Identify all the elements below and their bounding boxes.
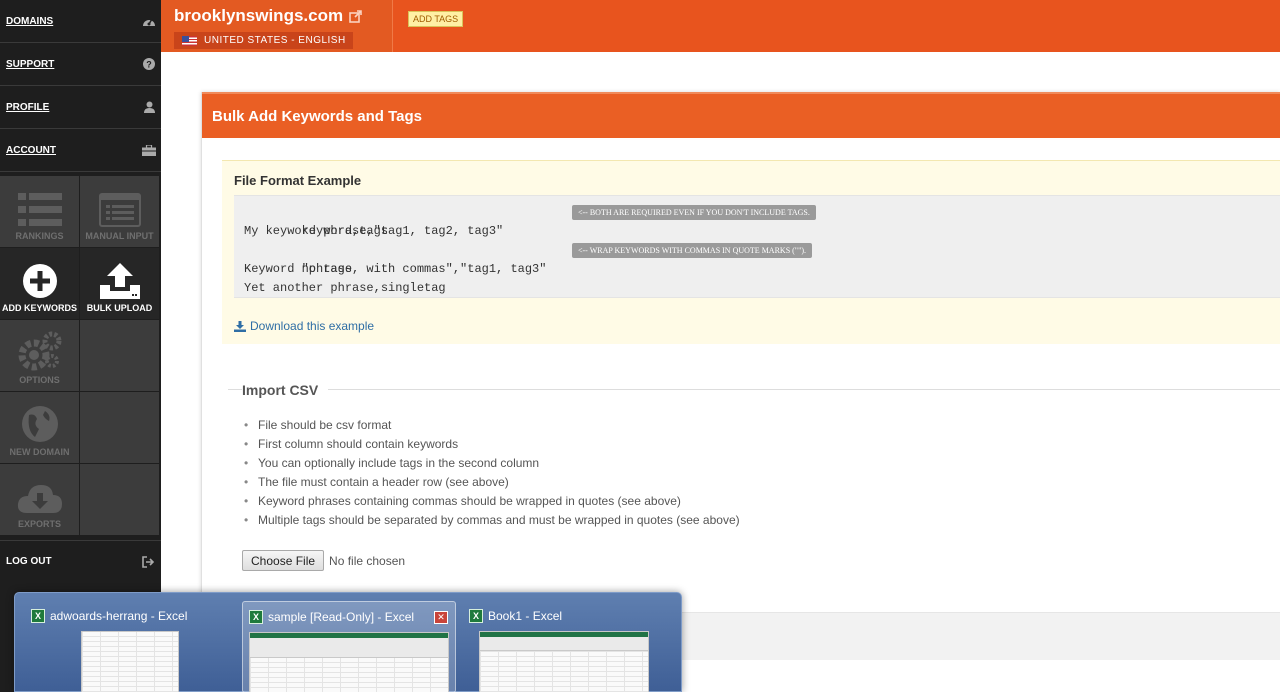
list-item: First column should contain keywords — [242, 435, 740, 454]
close-icon[interactable]: ✕ — [434, 611, 448, 624]
locale-badge[interactable]: UNITED STATES - ENGLISH — [174, 32, 353, 49]
nav-support-label: SUPPORT — [6, 58, 55, 70]
plus-circle-icon — [22, 264, 57, 298]
nav-profile-label: PROFILE — [6, 101, 50, 113]
us-flag-icon — [182, 35, 197, 46]
choose-file-button[interactable]: Choose File — [242, 550, 325, 571]
tile-empty-3 — [80, 464, 160, 536]
sidebar: DOMAINS SUPPORT ? PROFILE ACCOUNT RANKIN… — [0, 0, 161, 692]
logout-label: LOG OUT — [6, 556, 52, 567]
window-title: adwoards-herrang - Excel — [50, 609, 188, 623]
download-example-link[interactable]: Download this example — [234, 319, 374, 333]
code-line: "phrase, with commas","tag1, tag3" <-- W… — [244, 241, 1280, 276]
tile-exports-label: EXPORTS — [17, 519, 61, 529]
note-quotes: <-- WRAP KEYWORDS WITH COMMAS IN QUOTE M… — [572, 243, 813, 258]
list-item: File should be csv format — [242, 416, 740, 435]
gears-icon — [18, 331, 61, 371]
code-line: keyword,tags <-- BOTH ARE REQUIRED EVEN … — [244, 203, 1280, 238]
tile-grid: RANKINGS MANUAL INPUT ADD KEYWORDS BULK … — [0, 176, 161, 536]
dashboard-icon — [142, 14, 156, 28]
list-icon — [17, 193, 62, 226]
file-format-example: File Format Example keyword,tags <-- BOT… — [222, 160, 1280, 344]
user-icon — [142, 100, 156, 114]
tile-manual-input[interactable]: MANUAL INPUT — [80, 176, 160, 248]
tile-empty-2 — [80, 392, 160, 464]
note-required: <-- BOTH ARE REQUIRED EVEN IF YOU DON'T … — [572, 205, 816, 220]
tile-exports[interactable]: EXPORTS — [0, 464, 80, 536]
import-rules: File should be csv format First column s… — [242, 416, 740, 530]
import-title: Import CSV — [242, 382, 319, 398]
nav-account-label: ACCOUNT — [6, 144, 56, 156]
nav-account[interactable]: ACCOUNT — [0, 129, 161, 172]
form-icon — [98, 193, 141, 227]
taskbar-preview: X adwoards-herrang - Excel X sample [Rea… — [14, 592, 682, 692]
nav-domains[interactable]: DOMAINS — [0, 0, 161, 43]
tile-add-keywords-label: ADD KEYWORDS — [1, 303, 77, 313]
site-title[interactable]: brooklynswings.com — [174, 6, 362, 26]
code-line: Keyword no tags — [244, 262, 353, 276]
cloud-download-icon — [17, 485, 62, 513]
code-line: Yet another phrase,singletag — [244, 281, 446, 295]
nav-support[interactable]: SUPPORT ? — [0, 43, 161, 86]
window-preview — [81, 631, 179, 692]
download-label: Download this example — [250, 319, 375, 333]
download-icon — [234, 320, 246, 332]
window-preview — [249, 632, 449, 692]
locale-label: UNITED STATES - ENGLISH — [204, 35, 346, 46]
file-input: Choose File No file chosen — [242, 550, 405, 571]
tile-manual-input-label: MANUAL INPUT — [85, 231, 154, 241]
list-item: Multiple tags should be separated by com… — [242, 511, 740, 530]
domain-header: brooklynswings.com UNITED STATES - ENGLI… — [161, 0, 393, 52]
excel-icon: X — [31, 609, 45, 623]
panel-title: Bulk Add Keywords and Tags — [202, 92, 1280, 138]
tile-empty — [80, 320, 160, 392]
sign-out-icon — [142, 555, 155, 568]
divider — [228, 389, 242, 390]
tile-bulk-upload[interactable]: BULK UPLOAD — [80, 248, 160, 320]
nav-domains-label: DOMAINS — [6, 15, 54, 27]
window-title: Book1 - Excel — [488, 609, 563, 623]
tile-bulk-upload-label: BULK UPLOAD — [86, 303, 153, 313]
list-item: Keyword phrases containing commas should… — [242, 492, 740, 511]
tile-options[interactable]: OPTIONS — [0, 320, 80, 392]
divider — [328, 389, 1280, 390]
window-title: sample [Read-Only] - Excel — [268, 610, 415, 624]
logout-button[interactable]: LOG OUT — [0, 540, 161, 582]
file-status: No file chosen — [329, 553, 406, 568]
excel-icon: X — [249, 610, 263, 624]
external-link-icon[interactable] — [349, 9, 362, 23]
tile-options-label: OPTIONS — [19, 375, 60, 385]
code-line: My keyword phrase,"tag1, tag2, tag3" — [244, 224, 504, 238]
excel-icon: X — [469, 609, 483, 623]
taskbar-thumb-adwoards[interactable]: X adwoards-herrang - Excel — [25, 601, 235, 692]
globe-icon — [21, 406, 58, 442]
briefcase-icon — [142, 143, 156, 157]
add-tags-button[interactable]: ADD TAGS — [408, 11, 464, 27]
svg-text:?: ? — [146, 60, 152, 70]
tile-add-keywords[interactable]: ADD KEYWORDS — [0, 248, 80, 320]
top-bar: brooklynswings.com UNITED STATES - ENGLI… — [161, 0, 1280, 52]
list-item: The file must contain a header row (see … — [242, 473, 740, 492]
upload-icon — [99, 263, 140, 299]
tile-new-domain[interactable]: NEW DOMAIN — [0, 392, 80, 464]
help-icon: ? — [142, 57, 156, 71]
list-item: You can optionally include tags in the s… — [242, 454, 740, 473]
site-name: brooklynswings.com — [174, 6, 344, 25]
format-title: File Format Example — [234, 173, 362, 188]
tile-rankings-label: RANKINGS — [15, 231, 64, 241]
taskbar-thumb-sample[interactable]: X sample [Read-Only] - Excel ✕ — [242, 601, 456, 692]
tile-rankings[interactable]: RANKINGS — [0, 176, 80, 248]
tile-new-domain-label: NEW DOMAIN — [9, 447, 70, 457]
window-preview — [479, 631, 649, 692]
taskbar-thumb-book1[interactable]: X Book1 - Excel — [463, 601, 673, 692]
nav-profile[interactable]: PROFILE — [0, 86, 161, 129]
code-sample: keyword,tags <-- BOTH ARE REQUIRED EVEN … — [234, 195, 1280, 298]
